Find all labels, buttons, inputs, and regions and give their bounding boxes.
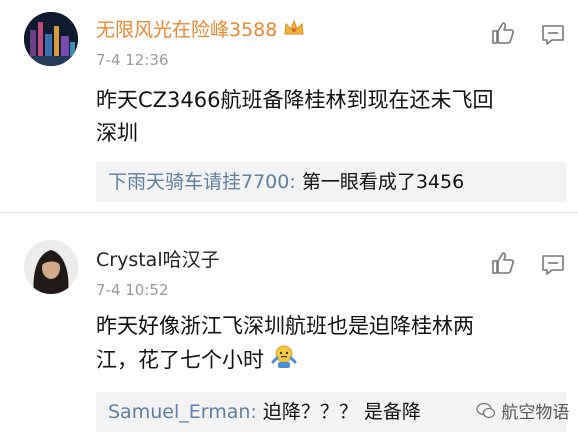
comment-body-line: 昨天好像浙江飞深圳航班也是迫降桂林两 bbox=[96, 314, 474, 338]
username[interactable]: Crystal哈汉子 bbox=[96, 248, 220, 272]
timestamp: 7-4 12:36 bbox=[96, 51, 169, 69]
reply-username[interactable]: Samuel_Erman bbox=[108, 401, 250, 423]
divider bbox=[0, 212, 578, 213]
avatar[interactable] bbox=[24, 240, 78, 294]
username-text[interactable]: 无限风光在险峰3588 bbox=[96, 19, 277, 41]
reply-box[interactable]: 下雨天骑车请挂7700: 第一眼看成了3456 bbox=[96, 162, 566, 202]
reply-separator: : bbox=[250, 401, 257, 423]
username-text[interactable]: Crystal哈汉子 bbox=[96, 249, 220, 271]
reply-separator: : bbox=[289, 171, 296, 193]
comment-icon[interactable] bbox=[540, 252, 566, 278]
username[interactable]: 无限风光在险峰3588 bbox=[96, 18, 305, 43]
reply-text: 迫降？？？ 是备降 bbox=[262, 401, 421, 423]
avatar[interactable] bbox=[24, 12, 78, 66]
timestamp: 7-4 10:52 bbox=[96, 281, 169, 299]
reply-username[interactable]: 下雨天骑车请挂7700 bbox=[108, 171, 289, 193]
comment-icon[interactable] bbox=[540, 22, 566, 48]
comment-item: 无限风光在险峰3588 7-4 12:36 昨天CZ3466航班备降桂林到现在还… bbox=[0, 0, 578, 210]
watermark: 航空物语 bbox=[476, 398, 569, 425]
thumbs-up-icon[interactable] bbox=[490, 250, 516, 276]
reply-text: 第一眼看成了3456 bbox=[301, 171, 465, 193]
comment-body-text: 江，花了七个小时 bbox=[96, 348, 264, 372]
vip-crown-icon bbox=[283, 19, 305, 43]
comment-body: 昨天好像浙江飞深圳航班也是迫降桂林两 江，花了七个小时 bbox=[96, 310, 536, 379]
comment-body: 昨天CZ3466航班备降桂林到现在还未飞回 深圳 bbox=[96, 84, 536, 150]
comment-body-line: 昨天CZ3466航班备降桂林到现在还未飞回 bbox=[96, 88, 494, 112]
comment-body-line: 深圳 bbox=[96, 121, 138, 145]
shrug-emoji-icon bbox=[271, 343, 297, 379]
wechat-icon bbox=[476, 402, 496, 425]
watermark-text: 航空物语 bbox=[501, 403, 570, 423]
thumbs-up-icon[interactable] bbox=[490, 20, 516, 46]
comment-body-line: 江，花了七个小时 bbox=[96, 343, 536, 379]
